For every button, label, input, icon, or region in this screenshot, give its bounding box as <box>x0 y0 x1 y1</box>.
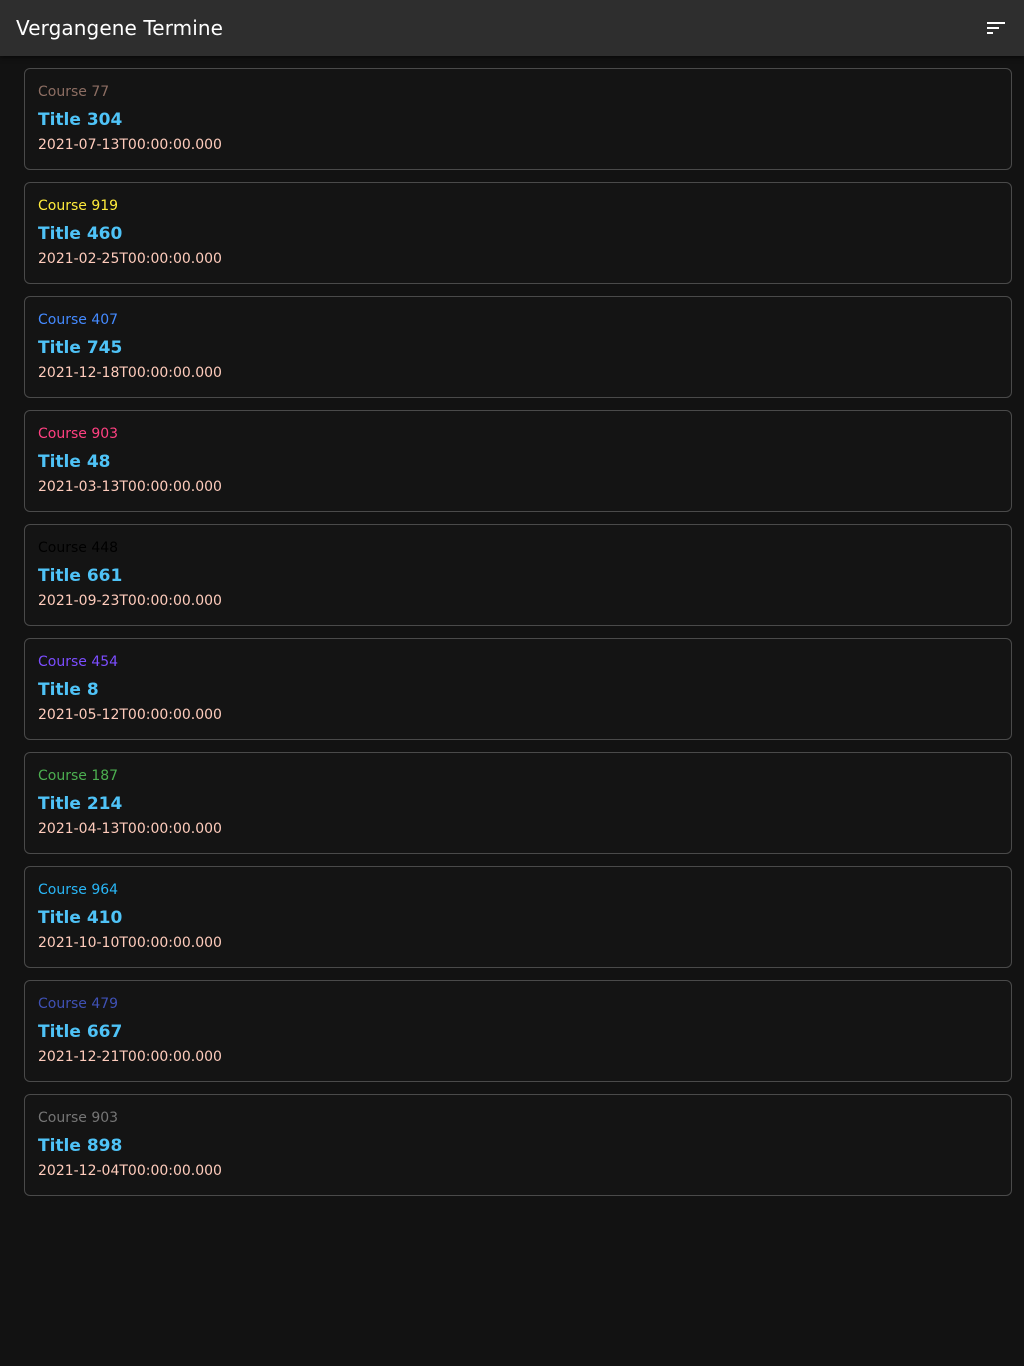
appointment-title: Title 214 <box>38 794 123 814</box>
page-title: Vergangene Termine <box>16 16 224 40</box>
appointment-title: Title 410 <box>38 908 123 928</box>
appointment-title: Title 745 <box>38 338 123 358</box>
course-label: Course 187 <box>38 768 119 784</box>
course-label: Course 77 <box>38 84 110 100</box>
appointment-card[interactable]: Course 187 Title 214 2021-04-13T00:00:00… <box>24 752 1012 854</box>
course-label: Course 903 <box>38 426 119 442</box>
course-label: Course 479 <box>38 996 119 1012</box>
appointment-date: 2021-12-04T00:00:00.000 <box>38 1163 222 1179</box>
course-label: Course 407 <box>38 312 119 328</box>
appointment-title: Title 48 <box>38 452 111 472</box>
appointment-card[interactable]: Course 903 Title 48 2021-03-13T00:00:00.… <box>24 410 1012 512</box>
appointment-date: 2021-05-12T00:00:00.000 <box>38 707 222 723</box>
appointment-date: 2021-09-23T00:00:00.000 <box>38 593 222 609</box>
course-label: Course 964 <box>38 882 119 898</box>
appointment-title: Title 8 <box>38 680 99 700</box>
appointment-date: 2021-12-18T00:00:00.000 <box>38 365 222 381</box>
app-bar: Vergangene Termine <box>0 0 1024 56</box>
appointment-title: Title 661 <box>38 566 123 586</box>
appointment-card[interactable]: Course 964 Title 410 2021-10-10T00:00:00… <box>24 866 1012 968</box>
appointment-date: 2021-04-13T00:00:00.000 <box>38 821 222 837</box>
appointment-date: 2021-07-13T00:00:00.000 <box>38 137 222 153</box>
appointment-card[interactable]: Course 407 Title 745 2021-12-18T00:00:00… <box>24 296 1012 398</box>
appointment-title: Title 460 <box>38 224 123 244</box>
appointment-card[interactable]: Course 448 Title 661 2021-09-23T00:00:00… <box>24 524 1012 626</box>
appointment-card[interactable]: Course 454 Title 8 2021-05-12T00:00:00.0… <box>24 638 1012 740</box>
course-label: Course 448 <box>38 540 119 556</box>
appointment-card[interactable]: Course 919 Title 460 2021-02-25T00:00:00… <box>24 182 1012 284</box>
appointment-date: 2021-12-21T00:00:00.000 <box>38 1049 222 1065</box>
sort-icon <box>986 20 1006 36</box>
appointment-title: Title 898 <box>38 1136 123 1156</box>
course-label: Course 454 <box>38 654 119 670</box>
appointment-card[interactable]: Course 903 Title 898 2021-12-04T00:00:00… <box>24 1094 1012 1196</box>
appointment-date: 2021-02-25T00:00:00.000 <box>38 251 222 267</box>
course-label: Course 919 <box>38 198 119 214</box>
appointment-card[interactable]: Course 479 Title 667 2021-12-21T00:00:00… <box>24 980 1012 1082</box>
appointment-card[interactable]: Course 77 Title 304 2021-07-13T00:00:00.… <box>24 68 1012 170</box>
appointment-list: Course 77 Title 304 2021-07-13T00:00:00.… <box>24 68 1012 1208</box>
sort-button[interactable] <box>984 16 1008 40</box>
appointment-title: Title 304 <box>38 110 123 130</box>
appointment-date: 2021-03-13T00:00:00.000 <box>38 479 222 495</box>
appointment-title: Title 667 <box>38 1022 123 1042</box>
appointment-date: 2021-10-10T00:00:00.000 <box>38 935 222 951</box>
course-label: Course 903 <box>38 1110 119 1126</box>
